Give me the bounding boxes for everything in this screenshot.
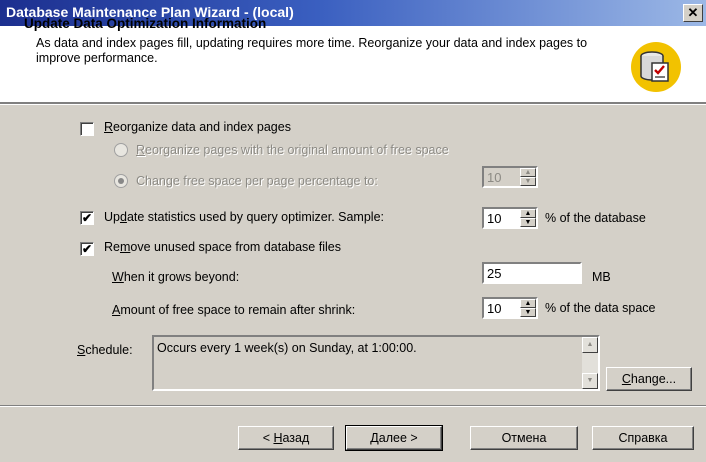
spinner-value: 10 xyxy=(487,301,502,316)
header-separator xyxy=(0,103,706,105)
update-statistics-label: Update statistics used by query optimize… xyxy=(104,210,384,224)
spin-up-icon[interactable]: ▲ xyxy=(520,209,536,218)
spinner-value: 10 xyxy=(487,170,502,185)
free-space-after-shrink-spinner[interactable]: 10 ▲ ▼ xyxy=(482,297,538,319)
radio-change-free-space[interactable] xyxy=(114,174,128,188)
schedule-scrollbar[interactable]: ▲ ▼ xyxy=(582,337,598,389)
page-description: As data and index pages fill, updating r… xyxy=(36,36,588,65)
statistics-sample-spinner[interactable]: 10 ▲ ▼ xyxy=(482,207,538,229)
spin-down-icon[interactable]: ▼ xyxy=(520,218,536,227)
radio-original-label: Reorganize pages with the original amoun… xyxy=(136,143,449,157)
change-schedule-button[interactable]: Change... xyxy=(606,367,692,391)
schedule-textarea[interactable]: Occurs every 1 week(s) on Sunday, at 1:0… xyxy=(152,335,600,391)
spin-up-icon[interactable]: ▲ xyxy=(520,299,536,308)
spin-down-icon[interactable]: ▼ xyxy=(520,177,536,186)
page-title: Update Data Optimization Information xyxy=(24,16,267,31)
close-icon: ✕ xyxy=(687,5,699,20)
remove-unused-space-checkbox[interactable]: ✔ xyxy=(80,242,94,256)
grows-beyond-value: 25 xyxy=(487,266,502,281)
reorganize-label: Reorganize data and index pages xyxy=(104,120,291,134)
spin-down-icon[interactable]: ▼ xyxy=(520,308,536,317)
checkmark-icon: ✔ xyxy=(81,242,93,256)
schedule-text: Occurs every 1 week(s) on Sunday, at 1:0… xyxy=(157,341,417,355)
remove-unused-space-label: Remove unused space from database files xyxy=(104,240,341,254)
grows-beyond-label: When it grows beyond: xyxy=(112,270,240,284)
free-space-after-shrink-label: Amount of free space to remain after shr… xyxy=(112,303,356,317)
reorganize-checkbox[interactable] xyxy=(80,122,94,136)
radio-original-free-space[interactable] xyxy=(114,143,128,157)
next-button[interactable]: Далее > xyxy=(345,425,443,451)
statistics-sample-suffix: % of the database xyxy=(545,211,646,225)
grows-beyond-input[interactable]: 25 xyxy=(482,262,582,284)
scroll-down-icon[interactable]: ▼ xyxy=(582,373,598,389)
help-button[interactable]: Справка xyxy=(592,426,694,450)
scroll-up-icon[interactable]: ▲ xyxy=(582,337,598,353)
free-space-percent-spinner[interactable]: 10 ▲ ▼ xyxy=(482,166,538,188)
schedule-label: Schedule: xyxy=(77,343,133,357)
footer-separator xyxy=(0,405,706,407)
cancel-button[interactable]: Отмена xyxy=(470,426,578,450)
spin-up-icon[interactable]: ▲ xyxy=(520,168,536,177)
spinner-value: 10 xyxy=(487,211,502,226)
free-space-after-shrink-suffix: % of the data space xyxy=(545,301,656,315)
grows-beyond-unit: MB xyxy=(592,270,611,284)
database-checklist-icon xyxy=(631,42,681,92)
close-button[interactable]: ✕ xyxy=(683,4,703,22)
back-button[interactable]: < Назад xyxy=(238,426,334,450)
checkmark-icon: ✔ xyxy=(81,211,93,225)
update-statistics-checkbox[interactable]: ✔ xyxy=(80,211,94,225)
radio-change-label: Change free space per page percentage to… xyxy=(136,174,378,188)
